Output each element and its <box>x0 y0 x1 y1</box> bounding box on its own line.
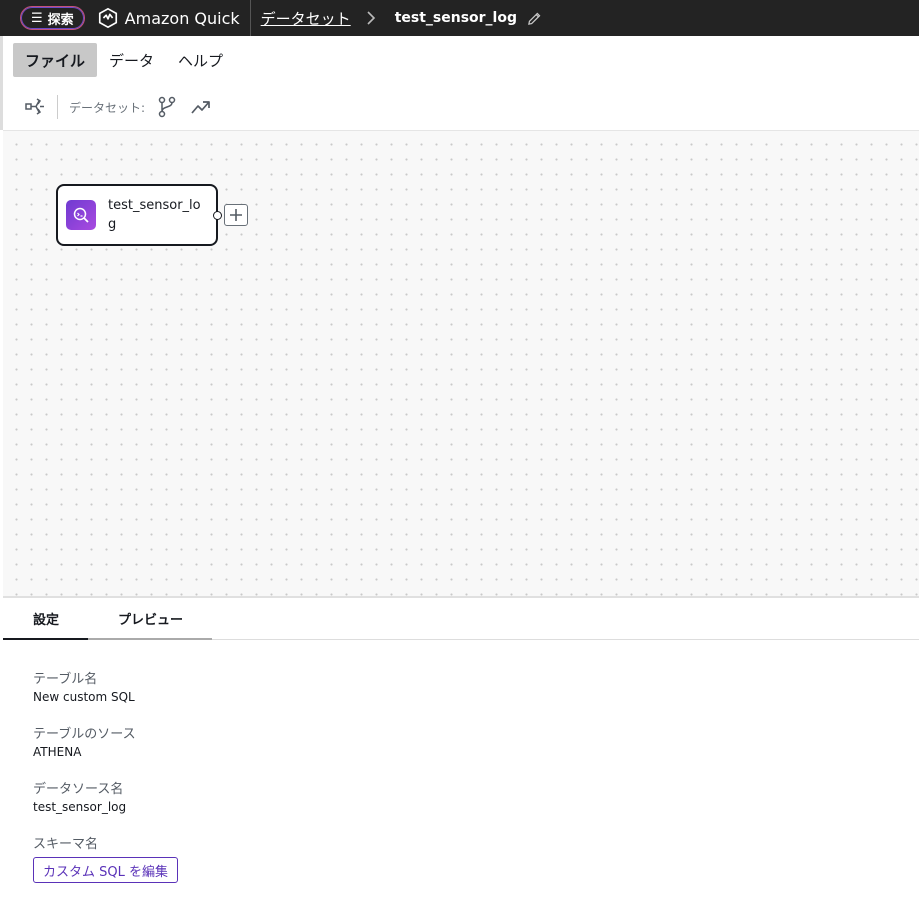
menu-help[interactable]: ヘルプ <box>166 43 235 77</box>
field-table-source: テーブルのソース ATHENA <box>33 723 919 761</box>
plus-icon <box>230 209 242 221</box>
field-label: テーブル名 <box>33 672 98 687</box>
trend-icon[interactable] <box>189 95 213 119</box>
add-node-button[interactable] <box>224 204 248 226</box>
custom-sql-icon <box>66 200 96 230</box>
pencil-icon[interactable] <box>527 11 542 26</box>
menu-icon: ☰ <box>31 10 43 26</box>
field-value: ATHENA <box>33 745 82 759</box>
amazon-quick-logo-icon <box>98 7 117 29</box>
field-label: スキーマ名 <box>33 837 99 852</box>
toolbar: データセット: <box>0 84 919 130</box>
topbar-divider <box>249 0 251 36</box>
toolbar-divider <box>57 95 58 119</box>
panel-tabs: 設定 プレビュー <box>3 598 919 640</box>
field-label: テーブルのソース <box>33 727 136 742</box>
node-output-port[interactable] <box>213 211 222 220</box>
field-table-name: テーブル名 New custom SQL <box>33 668 919 706</box>
dataset-node-label: test_sensor_log <box>108 198 201 232</box>
field-data-source-name: データソース名 test_sensor_log <box>33 778 919 816</box>
menu-data[interactable]: データ <box>97 43 166 77</box>
field-value: test_sensor_log <box>33 800 127 814</box>
explore-label: 探索 <box>47 12 74 28</box>
dataset-canvas[interactable]: test_sensor_log <box>3 130 919 596</box>
settings-fields: テーブル名 New custom SQL テーブルのソース ATHENA データ… <box>3 640 919 883</box>
brand[interactable]: Amazon Quick <box>97 7 240 29</box>
breadcrumb-datasets-link[interactable]: データセット <box>261 8 351 29</box>
edit-custom-sql-button[interactable]: カスタム SQL を編集 <box>33 857 178 883</box>
brand-name: Amazon Quick <box>124 8 240 28</box>
top-navigation-bar: ☰ 探索 Amazon Quick データセット test_sensor_log <box>0 0 919 36</box>
branch-icon[interactable] <box>155 95 179 119</box>
properties-panel: 設定 プレビュー テーブル名 New custom SQL テーブルのソース A… <box>3 596 919 917</box>
chevron-right-icon <box>367 11 375 25</box>
field-value: New custom SQL <box>33 690 135 704</box>
breadcrumb-current: test_sensor_log <box>394 10 517 26</box>
workflow-icon[interactable] <box>23 95 47 119</box>
dataset-label: データセット: <box>69 100 146 115</box>
field-schema-name: スキーマ名 <box>33 833 919 852</box>
tab-preview[interactable]: プレビュー <box>88 598 212 640</box>
explore-button[interactable]: ☰ 探索 <box>20 6 85 30</box>
dataset-node[interactable]: test_sensor_log <box>56 184 222 246</box>
menu-bar: ファイル データ ヘルプ <box>0 36 919 84</box>
tab-settings[interactable]: 設定 <box>3 598 88 640</box>
field-label: データソース名 <box>33 782 124 797</box>
menu-file[interactable]: ファイル <box>13 43 98 77</box>
